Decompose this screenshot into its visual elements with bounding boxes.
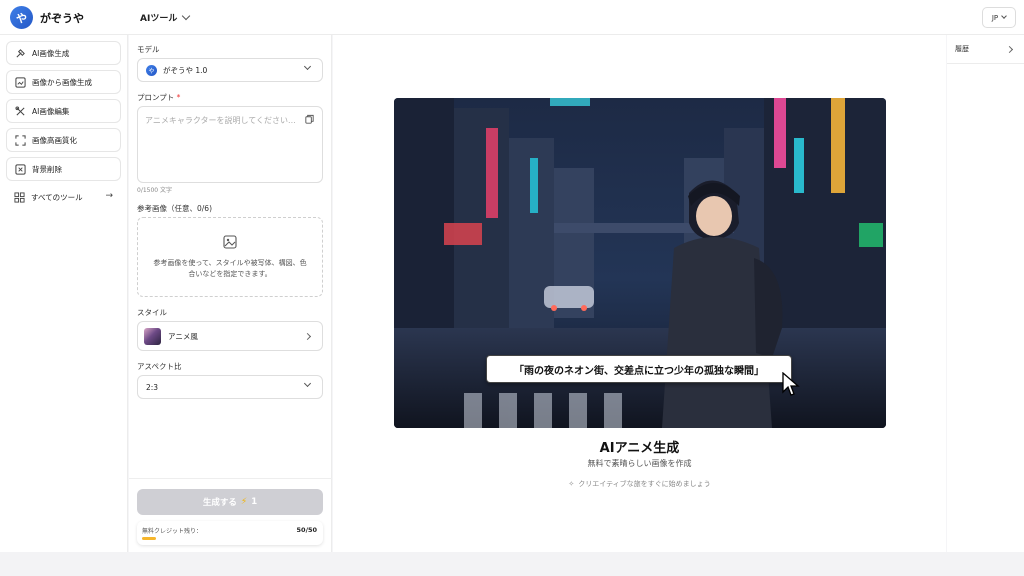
ai-tools-label: AIツール xyxy=(140,14,178,24)
model-select[interactable]: や がぞうや 1.0 xyxy=(137,58,323,82)
chevron-down-icon xyxy=(303,379,312,388)
chevron-down-icon xyxy=(303,62,312,71)
chevron-down-icon xyxy=(182,11,191,21)
model-label: モデル xyxy=(137,45,160,54)
model-value: がぞうや 1.0 xyxy=(163,65,208,75)
chevron-right-icon xyxy=(303,332,312,341)
generate-cost: 1 xyxy=(251,497,258,507)
image-swap-icon xyxy=(14,76,26,88)
reference-label: 参考画像（任意、0/6) xyxy=(137,204,212,213)
aspect-label: アスペクト比 xyxy=(137,362,182,371)
prompt-placeholder: アニメキャラクターを説明してください... xyxy=(145,116,296,125)
style-value: アニメ風 xyxy=(168,331,198,341)
prompt-input[interactable]: アニメキャラクターを説明してください... xyxy=(137,106,323,183)
language-label: JP xyxy=(991,13,999,22)
page-hint: ✧ クリエイティブな旅をすぐに始めましょう xyxy=(568,480,711,488)
credit-card: 無料クレジット残り： 50/50 xyxy=(137,521,323,545)
main-canvas: 「雨の夜のネオン街、交差点に立つ少年の孤独な瞬間」 AIアニメ生成 無料で素晴ら… xyxy=(333,35,946,552)
sidebar-item-ai-image-generation[interactable]: AI画像生成 xyxy=(6,41,121,65)
sidebar-item-image-to-image[interactable]: 画像から画像生成 xyxy=(6,70,121,94)
sidebar-item-label: 画像高画質化 xyxy=(32,135,77,145)
sidebar-item-label: AI画像生成 xyxy=(32,48,70,58)
sparkle-icon: ✧ xyxy=(568,480,575,488)
reference-hint: 参考画像を使って、スタイルや被写体、構図、色合いなどを指定できます。 xyxy=(153,259,307,278)
bottom-strip xyxy=(0,552,1024,576)
ai-tools-dropdown[interactable]: AIツール xyxy=(140,11,191,24)
upscale-icon xyxy=(14,134,26,146)
prompt-label: プロンプト * xyxy=(137,93,181,102)
sidebar-item-background-remove[interactable]: 背景削除 xyxy=(6,157,121,181)
grid-icon xyxy=(13,191,25,203)
settings-panel: モデル や がぞうや 1.0 プロンプト * アニメキャラクターを説明してくださ… xyxy=(129,35,332,552)
hero-caption: 「雨の夜のネオン街、交差点に立つ少年の孤独な瞬間」 xyxy=(486,355,792,383)
style-label: スタイル xyxy=(137,308,167,317)
history-panel: 履歴 xyxy=(947,35,1024,552)
chevron-right-icon xyxy=(1005,45,1014,54)
cursor-icon xyxy=(782,371,800,400)
lightning-icon: ⚡ xyxy=(240,497,248,507)
background-remove-icon xyxy=(14,163,26,175)
history-toggle[interactable]: 履歴 xyxy=(947,35,1024,64)
history-label: 履歴 xyxy=(955,45,969,53)
prompt-counter: 0/1500 文字 xyxy=(137,187,173,194)
aspect-value: 2:3 xyxy=(146,382,159,392)
page-subtitle: 無料で素晴らしい画像を作成 xyxy=(587,459,692,468)
style-select[interactable]: アニメ風 xyxy=(137,321,323,351)
style-thumbnail xyxy=(144,327,161,345)
sidebar-item-ai-image-edit[interactable]: AI画像編集 xyxy=(6,99,121,123)
edit-tools-icon xyxy=(14,105,26,117)
logo[interactable]: や xyxy=(10,6,33,29)
brush-icon xyxy=(14,47,26,59)
credit-label: 無料クレジット残り： xyxy=(142,528,203,535)
sidebar-item-upscale[interactable]: 画像高画質化 xyxy=(6,128,121,152)
sidebar-item-label: AI画像編集 xyxy=(32,106,70,116)
aspect-ratio-select[interactable]: 2:3 xyxy=(137,375,323,399)
credit-value: 50/50 xyxy=(296,526,317,534)
reference-upload-area[interactable]: 参考画像を使って、スタイルや被写体、構図、色合いなどを指定できます。 xyxy=(137,217,323,297)
image-upload-icon xyxy=(223,235,237,252)
arrow-right-icon: → xyxy=(105,191,113,201)
model-logo-icon: や xyxy=(146,64,157,76)
sidebar-item-all-tools[interactable]: すべてのツール → xyxy=(6,189,121,205)
language-selector[interactable]: JP xyxy=(982,7,1016,28)
sidebar-item-label: 画像から画像生成 xyxy=(32,77,92,87)
generate-label: 生成する xyxy=(202,498,237,508)
brand-name[interactable]: がぞうや xyxy=(40,10,84,26)
sidebar-item-label: すべてのツール xyxy=(31,192,83,202)
paste-icon[interactable] xyxy=(304,114,315,129)
page-title: AIアニメ生成 xyxy=(599,441,680,456)
top-bar: や がぞうや AIツール JP xyxy=(0,0,1024,35)
generate-button[interactable]: 生成する ⚡ 1 xyxy=(137,489,323,515)
generate-area: 生成する ⚡ 1 無料クレジット残り： 50/50 xyxy=(129,478,332,552)
chevron-down-icon xyxy=(1001,13,1007,19)
credit-progress-bar xyxy=(142,537,156,540)
sidebar-item-label: 背景削除 xyxy=(32,164,62,174)
sidebar: AI画像生成 画像から画像生成 AI画像編集 画像高画質化 背景削除 すべてのツ… xyxy=(0,35,128,552)
